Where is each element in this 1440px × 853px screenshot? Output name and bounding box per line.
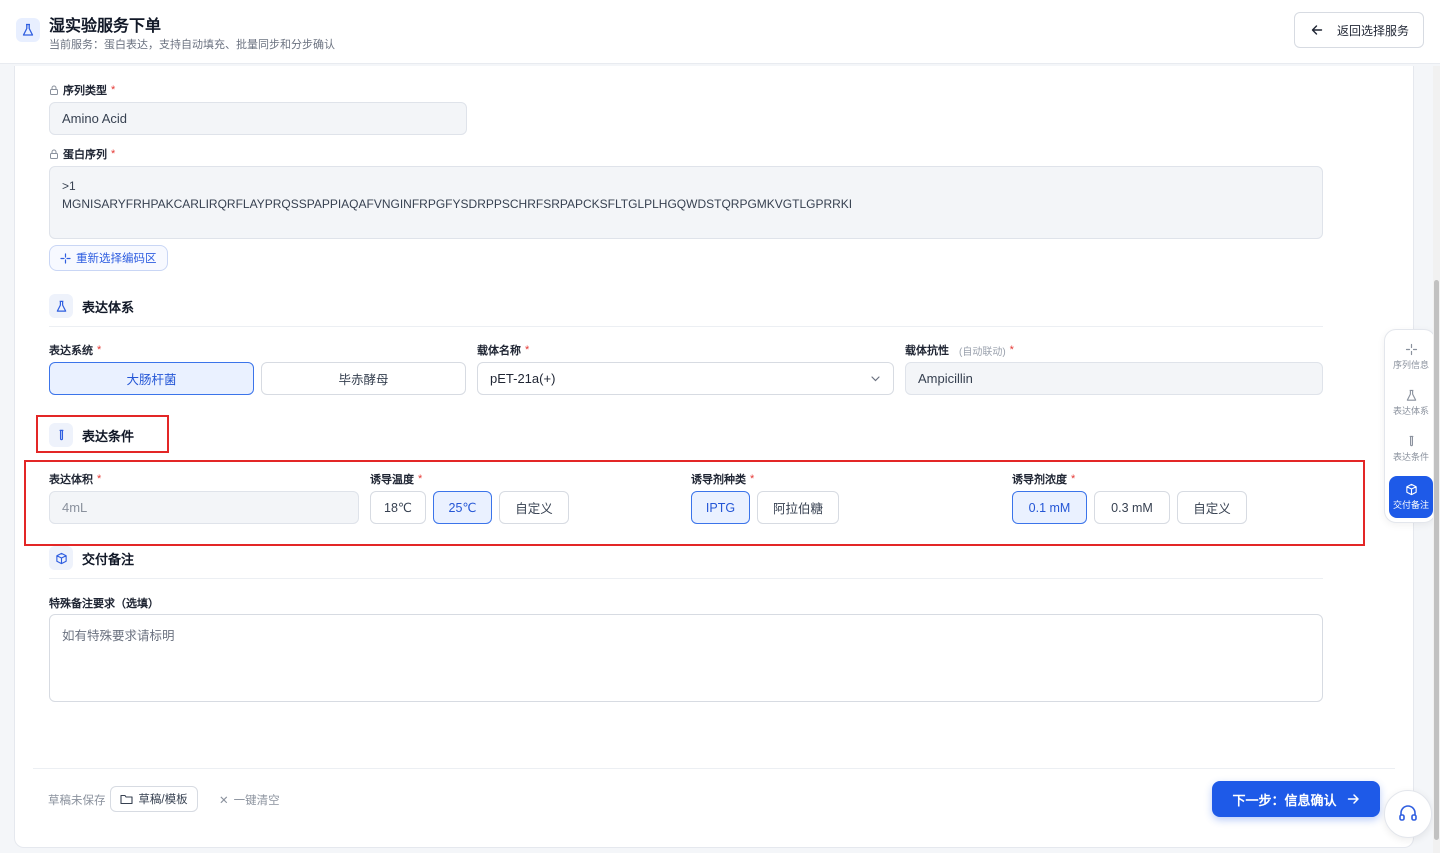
sparkle-icon	[1405, 343, 1417, 356]
order-form-card: 序列类型 * Amino Acid 蛋白序列 * >1 MGNISARYFRHPAK…	[14, 66, 1414, 848]
box-icon	[1405, 483, 1417, 496]
section-divider	[49, 578, 1323, 579]
system-option-ecoli[interactable]: 大肠杆菌	[49, 362, 254, 395]
section-divider	[49, 326, 1323, 327]
conditions-fields-highlight	[24, 460, 1365, 546]
sparkle-icon	[60, 252, 71, 264]
arrow-left-icon	[1311, 25, 1323, 35]
flask-icon	[49, 294, 73, 318]
close-icon: ✕	[219, 795, 229, 807]
box-icon	[49, 546, 73, 570]
vector-resistance-label: 载体抗性 (自动联动) *	[905, 344, 1014, 358]
expression-system-section-title: 表达体系	[49, 294, 134, 318]
arrow-right-icon	[1347, 794, 1359, 804]
expression-system-label: 表达系统 *	[49, 344, 102, 357]
flask-icon	[1406, 389, 1416, 401]
page-subtitle: 当前服务：蛋白表达，支持自动填充、批量同步和分步确认	[49, 39, 335, 51]
customer-support-button[interactable]	[1384, 790, 1432, 838]
back-button-label: 返回选择服务	[1337, 23, 1410, 38]
vector-name-select[interactable]: pET-21a(+)	[477, 362, 894, 395]
draft-status-text: 草稿未保存	[48, 795, 106, 807]
protein-sequence-field: >1 MGNISARYFRHPAKCARLIRQRFLAYPRQSSPAPPIA…	[49, 166, 1323, 239]
scrollbar-thumb[interactable]	[1434, 280, 1439, 840]
auto-link-hint: (自动联动)	[959, 346, 1006, 358]
clear-all-button[interactable]: ✕ 一键清空	[219, 792, 280, 808]
nav-item-delivery-notes[interactable]: 交付备注	[1389, 476, 1433, 518]
next-step-button[interactable]: 下一步：信息确认	[1212, 781, 1380, 817]
folder-icon	[120, 794, 133, 805]
nav-item-expression-system[interactable]: 表达体系	[1389, 382, 1433, 424]
draft-template-button[interactable]: 草稿/模板	[110, 786, 198, 812]
special-notes-label: 特殊备注要求（选填）	[49, 598, 159, 610]
lock-icon	[50, 85, 58, 95]
chevron-down-icon	[871, 376, 880, 382]
special-notes-textarea[interactable]: 如有特殊要求请标明	[49, 614, 1323, 702]
form-footer: 草稿未保存 草稿/模板 ✕ 一键清空 下一步：信息确认	[33, 768, 1395, 828]
section-quick-nav: 序列信息 表达体系 表达条件 交付备注	[1384, 329, 1436, 523]
delivery-notes-section-title: 交付备注	[49, 546, 134, 570]
sequence-type-field: Amino Acid	[49, 102, 467, 135]
vector-name-value: pET-21a(+)	[490, 371, 556, 386]
sequence-residues-line: MGNISARYFRHPAKCARLIRQRFLAYPRQSSPAPPIAQAF…	[62, 197, 853, 211]
page-title: 湿实验服务下单	[49, 18, 162, 35]
lock-icon	[50, 149, 58, 159]
flask-icon	[16, 18, 40, 42]
vector-resistance-field: Ampicillin	[905, 362, 1323, 395]
test-tube-icon	[1409, 435, 1413, 447]
conditions-title-highlight	[36, 415, 169, 453]
page-header: 湿实验服务下单 当前服务：蛋白表达，支持自动填充、批量同步和分步确认 返回选择服…	[0, 0, 1440, 64]
vector-name-label: 载体名称 *	[477, 344, 530, 357]
back-to-services-button[interactable]: 返回选择服务	[1294, 12, 1424, 48]
system-option-pichia[interactable]: 毕赤酵母	[261, 362, 466, 395]
nav-item-sequence-info[interactable]: 序列信息	[1389, 336, 1433, 378]
reselect-coding-region-button[interactable]: 重新选择编码区	[49, 245, 168, 271]
nav-item-expression-conditions[interactable]: 表达条件	[1389, 428, 1433, 470]
headset-icon	[1399, 805, 1417, 821]
sequence-type-label: 序列类型 *	[49, 82, 115, 98]
protein-sequence-label: 蛋白序列 *	[49, 146, 115, 162]
sequence-header-line: >1	[62, 179, 76, 193]
